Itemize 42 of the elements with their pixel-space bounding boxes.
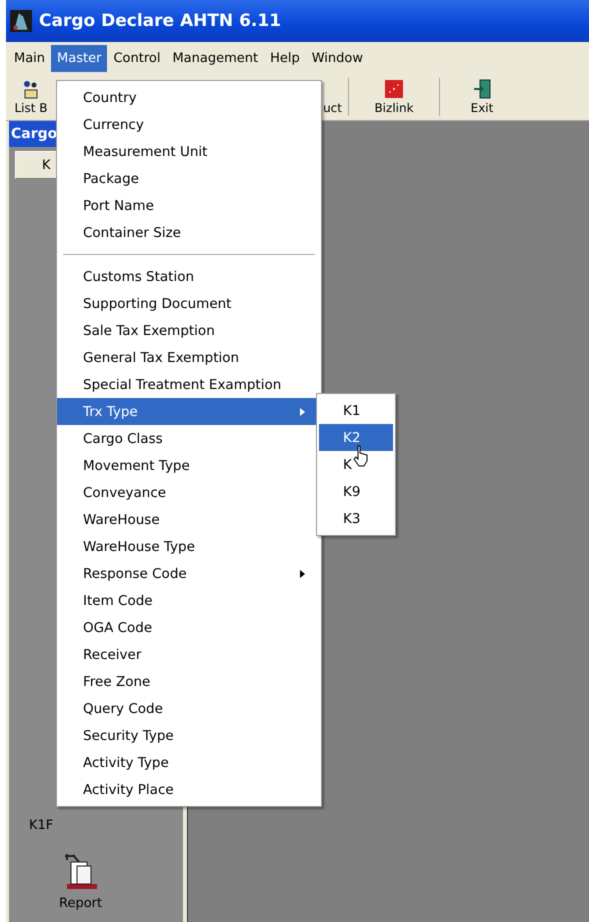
exit-door-icon <box>472 79 492 99</box>
menu-item[interactable]: K9 <box>317 478 395 505</box>
submenu-arrow-icon <box>300 570 305 578</box>
menu-item[interactable]: Container Size <box>57 219 321 246</box>
menu-item[interactable]: Sale Tax Exemption <box>57 317 321 344</box>
menu-item[interactable]: Port Name <box>57 192 321 219</box>
cursor-icon <box>353 445 369 467</box>
report-button[interactable]: Report <box>53 851 108 912</box>
menu-item[interactable]: Activity Type <box>57 749 321 776</box>
menu-item[interactable]: K <box>317 451 395 478</box>
menu-item[interactable]: Activity Place <box>57 776 321 803</box>
app-icon <box>10 10 32 32</box>
menu-bar-item[interactable]: Help <box>264 44 306 72</box>
menu-item[interactable]: Free Zone <box>57 668 321 695</box>
menu-item[interactable]: Measurement Unit <box>57 138 321 165</box>
menu-item[interactable]: General Tax Exemption <box>57 344 321 371</box>
menu-item[interactable]: Response Code <box>57 560 321 587</box>
menu-item[interactable]: Receiver <box>57 641 321 668</box>
menu-item[interactable]: WareHouse Type <box>57 533 321 560</box>
menu-item[interactable]: Item Code <box>57 587 321 614</box>
menu-item[interactable]: K3 <box>317 505 395 532</box>
window-title: Cargo Declare AHTN 6.11 <box>39 11 282 31</box>
toolbar-button[interactable]: Bizlink <box>351 74 437 120</box>
submenu-arrow-icon <box>300 408 305 416</box>
menu-item[interactable]: Special Treatment Examption <box>57 371 321 398</box>
menu-bar-item[interactable]: Window <box>306 44 369 72</box>
panel-title: Cargo <box>11 126 58 142</box>
menu-bar-item[interactable]: Management <box>166 44 264 72</box>
panel-label: K1F <box>29 818 54 833</box>
toolbar-button[interactable]: Exit <box>442 74 522 120</box>
menu-item[interactable]: OGA Code <box>57 614 321 641</box>
menu-item[interactable]: Query Code <box>57 695 321 722</box>
menu-item[interactable]: Security Type <box>57 722 321 749</box>
menu-item[interactable]: Customs Station <box>57 263 321 290</box>
toolbar-button[interactable]: List B <box>6 74 56 120</box>
menu-item[interactable]: Package <box>57 165 321 192</box>
menu-bar-item[interactable]: Main <box>8 44 52 72</box>
dotted-tile-icon <box>384 79 404 99</box>
menu-item[interactable]: Supporting Document <box>57 290 321 317</box>
menu-item[interactable]: K2 <box>319 424 393 451</box>
menu-bar-item[interactable]: Master <box>51 44 108 72</box>
menu-bar-item[interactable]: Control <box>107 44 166 72</box>
